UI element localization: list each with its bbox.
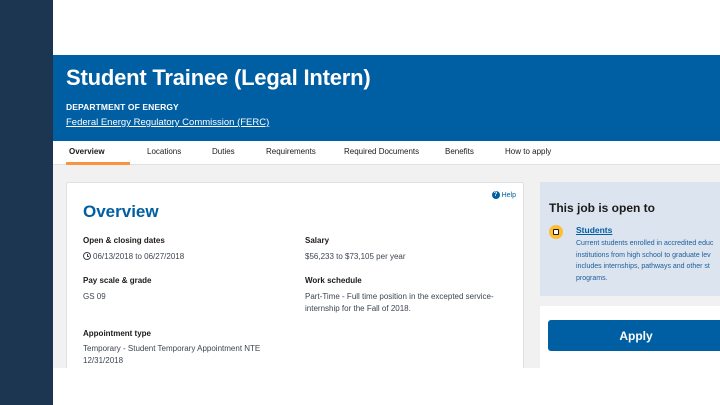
schedule-value: Part-Time - Full time position in the ex… bbox=[305, 292, 494, 313]
tab-benefits[interactable]: Benefits bbox=[445, 147, 474, 156]
tab-locations[interactable]: Locations bbox=[147, 147, 181, 156]
tab-requirements[interactable]: Requirements bbox=[266, 147, 316, 156]
clock-icon bbox=[83, 252, 91, 260]
department-name: DEPARTMENT OF ENERGY bbox=[66, 102, 179, 112]
apply-card: Apply bbox=[540, 306, 720, 368]
job-header: Student Trainee (Legal Intern) DEPARTMEN… bbox=[53, 55, 720, 141]
appointment-value: Temporary - Student Temporary Appointmen… bbox=[83, 344, 261, 365]
tab-duties[interactable]: Duties bbox=[212, 147, 235, 156]
apply-button[interactable]: Apply bbox=[548, 320, 720, 351]
dates-label: Open & closing dates bbox=[83, 236, 165, 245]
tab-required-documents[interactable]: Required Documents bbox=[344, 147, 419, 156]
pay-scale-value: GS 09 bbox=[83, 292, 106, 301]
students-link[interactable]: Students bbox=[576, 225, 612, 235]
help-label: Help bbox=[501, 191, 516, 199]
student-icon bbox=[549, 225, 563, 239]
left-rail bbox=[0, 0, 53, 405]
students-description: Current students enrolled in accredited … bbox=[576, 240, 714, 282]
section-tabs: Overview Locations Duties Requirements R… bbox=[53, 141, 720, 165]
overview-card: ? Help Overview Open & closing dates 06/… bbox=[66, 182, 524, 368]
pay-scale-label: Pay scale & grade bbox=[83, 276, 152, 285]
tab-how-to-apply[interactable]: How to apply bbox=[505, 147, 551, 156]
job-title: Student Trainee (Legal Intern) bbox=[66, 65, 371, 90]
overview-heading: Overview bbox=[83, 202, 159, 221]
schedule-label: Work schedule bbox=[305, 276, 362, 285]
open-to-heading: This job is open to bbox=[549, 201, 655, 215]
open-to-card: This job is open to Students Current stu… bbox=[540, 182, 720, 296]
dates-value: 06/13/2018 to 06/27/2018 bbox=[83, 251, 184, 263]
help-icon: ? bbox=[491, 191, 500, 199]
dates-text: 06/13/2018 to 06/27/2018 bbox=[93, 252, 185, 261]
salary-label: Salary bbox=[305, 236, 330, 245]
active-tab-indicator bbox=[66, 162, 130, 165]
tab-overview[interactable]: Overview bbox=[69, 147, 105, 156]
usajobs-page: Student Trainee (Legal Intern) DEPARTMEN… bbox=[53, 55, 720, 368]
salary-value: $56,233 to $73,105 per year bbox=[305, 252, 406, 261]
appointment-label: Appointment type bbox=[83, 329, 151, 338]
help-link[interactable]: ? Help bbox=[491, 191, 516, 199]
agency-link[interactable]: Federal Energy Regulatory Commission (FE… bbox=[66, 117, 269, 128]
